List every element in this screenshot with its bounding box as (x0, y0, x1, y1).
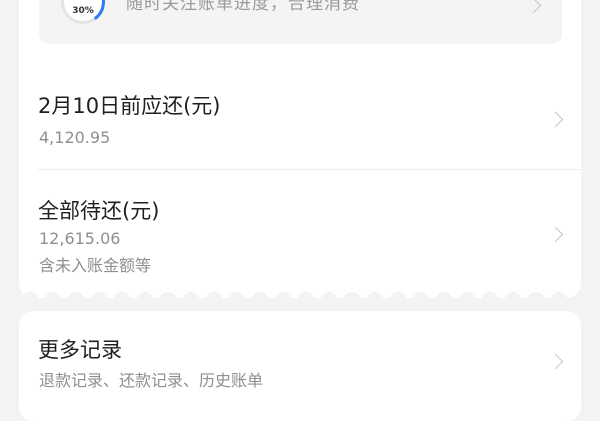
bill-summary-card: 30% 随时关注账单进度，合理消费 2月10日前应还(元) 4,120.95 全… (19, 0, 581, 298)
chevron-right-icon (525, 0, 542, 14)
progress-ring-icon: 30% (57, 0, 109, 28)
more-records-card[interactable]: 更多记录 退款记录、还款记录、历史账单 (19, 311, 581, 421)
total-title: 全部待还(元) (38, 199, 160, 223)
progress-percent: 30% (72, 6, 94, 16)
chevron-right-icon (547, 353, 564, 370)
bill-progress-banner[interactable]: 30% 随时关注账单进度，合理消费 (39, 0, 562, 44)
records-title: 更多记录 (38, 338, 122, 362)
chevron-right-icon (547, 226, 564, 243)
due-title: 2月10日前应还(元) (38, 94, 221, 118)
chevron-right-icon (547, 111, 564, 128)
total-amount: 12,615.06 (39, 229, 121, 248)
scalloped-edge (19, 288, 581, 298)
progress-message: 随时关注账单进度，合理消费 (126, 0, 360, 14)
total-note: 含未入账金额等 (39, 256, 152, 275)
due-amount: 4,120.95 (39, 128, 111, 147)
records-subtitle: 退款记录、还款记录、历史账单 (39, 371, 264, 390)
row-divider (38, 169, 581, 170)
